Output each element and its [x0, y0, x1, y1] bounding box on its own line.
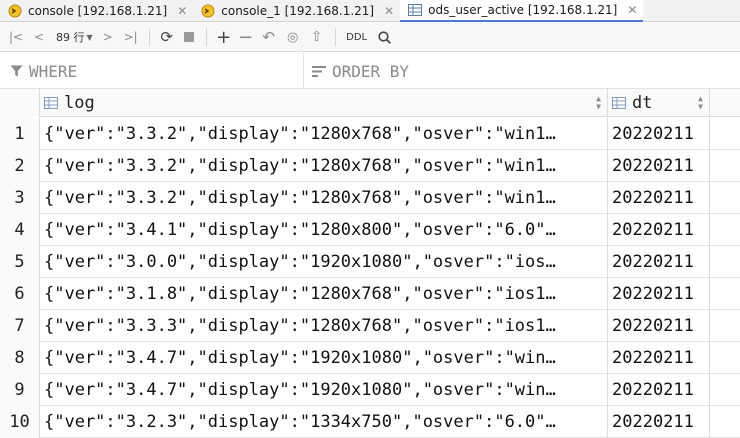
submit-icon[interactable]: ⇧ — [305, 26, 329, 48]
toolbar-divider — [148, 28, 150, 46]
first-page-icon[interactable]: |< — [4, 26, 28, 48]
rows-count-selector[interactable]: 89 行 ▼ — [56, 29, 93, 45]
dt-cell[interactable]: 20220211 — [608, 310, 710, 342]
log-cell[interactable]: {"ver":"3.4.7","display":"1920x1080","os… — [40, 342, 608, 374]
row-number: 6 — [0, 278, 40, 310]
data-grid: log ▲ ▼ dt ▲ ▼ 1 {"ver":"3.3.2","display":… — [0, 89, 740, 438]
console-icon — [201, 4, 215, 18]
row-number: 9 — [0, 374, 40, 406]
chevron-down-icon: ▼ — [86, 32, 93, 42]
table-row[interactable]: 2 {"ver":"3.3.2","display":"1280x768","o… — [0, 150, 740, 182]
table-row[interactable]: 7 {"ver":"3.3.3","display":"1280x768","o… — [0, 310, 740, 342]
last-page-icon[interactable]: >| — [119, 26, 143, 48]
table-row[interactable]: 4 {"ver":"3.4.1","display":"1280x800","o… — [0, 214, 740, 246]
column-header-log[interactable]: log ▲ ▼ — [40, 89, 608, 117]
table-row[interactable]: 8 {"ver":"3.4.7","display":"1920x1080","… — [0, 342, 740, 374]
next-page-icon[interactable]: > — [97, 26, 119, 48]
dt-cell[interactable]: 20220211 — [608, 278, 710, 310]
filter-bar: WHERE ORDER BY — [0, 53, 740, 89]
table-row[interactable]: 10 {"ver":"3.2.3","display":"1334x750","… — [0, 406, 740, 438]
sort-arrows-icon[interactable]: ▲ ▼ — [596, 95, 601, 111]
row-number: 8 — [0, 342, 40, 374]
toolbar-divider — [334, 28, 336, 46]
tab-console-1[interactable]: console_1 [192.168.1.21] ✕ — [193, 0, 400, 22]
column-name: log — [64, 93, 95, 113]
tab-label: console_1 [192.168.1.21] — [221, 4, 375, 18]
close-icon[interactable]: ✕ — [627, 3, 637, 17]
tab-ods-user-active[interactable]: ods_user_active [192.168.1.21] ✕ — [400, 0, 644, 22]
toolbar: |< < 89 行 ▼ > >| ⟳ + − ↶ ◎ ⇧ DDL — [0, 23, 740, 52]
column-icon — [44, 97, 58, 109]
row-number: 4 — [0, 214, 40, 246]
log-cell[interactable]: {"ver":"3.0.0","display":"1920x1080","os… — [40, 246, 608, 278]
dt-cell[interactable]: 20220211 — [608, 214, 710, 246]
search-icon[interactable] — [372, 26, 398, 48]
row-number: 5 — [0, 246, 40, 278]
column-name: dt — [632, 93, 653, 113]
revert-icon[interactable]: ↶ — [257, 26, 281, 48]
grid-header: log ▲ ▼ dt ▲ ▼ — [0, 89, 740, 117]
order-by-placeholder: ORDER BY — [332, 61, 410, 81]
refresh-icon[interactable]: ⟳ — [156, 26, 178, 48]
tab-label: console [192.168.1.21] — [28, 4, 168, 18]
table-row[interactable]: 6 {"ver":"3.1.8","display":"1280x768","o… — [0, 278, 740, 310]
rows-count-label: 89 行 — [56, 31, 85, 44]
close-icon[interactable]: ✕ — [384, 4, 394, 18]
log-cell[interactable]: {"ver":"3.3.3","display":"1280x768","osv… — [40, 310, 608, 342]
dt-cell[interactable]: 20220211 — [608, 182, 710, 214]
dt-cell[interactable]: 20220211 — [608, 246, 710, 278]
table-icon — [408, 3, 423, 17]
log-cell[interactable]: {"ver":"3.1.8","display":"1280x768","osv… — [40, 278, 608, 310]
filter-icon — [10, 65, 23, 77]
row-number: 10 — [0, 406, 40, 438]
log-cell[interactable]: {"ver":"3.2.3","display":"1334x750","osv… — [40, 406, 608, 438]
add-row-icon[interactable]: + — [213, 26, 235, 48]
table-row[interactable]: 1 {"ver":"3.3.2","display":"1280x768","o… — [0, 118, 740, 150]
console-icon — [8, 4, 22, 18]
close-icon[interactable]: ✕ — [177, 4, 187, 18]
log-cell[interactable]: {"ver":"3.3.2","display":"1280x768","osv… — [40, 182, 608, 214]
stop-icon[interactable] — [178, 26, 200, 48]
where-filter-input[interactable]: WHERE — [0, 53, 304, 89]
row-number: 1 — [0, 118, 40, 150]
column-header-dt[interactable]: dt ▲ ▼ — [608, 89, 710, 117]
column-icon — [612, 97, 626, 109]
row-number: 3 — [0, 182, 40, 214]
ddl-button[interactable]: DDL — [342, 26, 372, 48]
log-cell[interactable]: {"ver":"3.4.1","display":"1280x800","osv… — [40, 214, 608, 246]
preview-icon[interactable]: ◎ — [281, 26, 305, 48]
tab-console[interactable]: console [192.168.1.21] ✕ — [0, 0, 193, 22]
tab-bar: console [192.168.1.21] ✕ console_1 [192.… — [0, 0, 740, 22]
order-by-input[interactable]: ORDER BY — [304, 53, 740, 89]
row-number: 7 — [0, 310, 40, 342]
sort-lines-icon — [312, 65, 326, 77]
dt-cell[interactable]: 20220211 — [608, 342, 710, 374]
dt-cell[interactable]: 20220211 — [608, 406, 710, 438]
table-row[interactable]: 5 {"ver":"3.0.0","display":"1920x1080","… — [0, 246, 740, 278]
previous-page-icon[interactable]: < — [28, 26, 50, 48]
dt-cell[interactable]: 20220211 — [608, 374, 710, 406]
table-row[interactable]: 9 {"ver":"3.4.7","display":"1920x1080","… — [0, 374, 740, 406]
tab-label: ods_user_active [192.168.1.21] — [428, 3, 618, 17]
where-placeholder: WHERE — [29, 61, 78, 81]
sort-arrows-icon[interactable]: ▲ ▼ — [698, 95, 703, 111]
toolbar-divider — [205, 28, 207, 46]
log-cell[interactable]: {"ver":"3.4.7","display":"1920x1080","os… — [40, 374, 608, 406]
row-number-header — [0, 89, 40, 117]
row-number: 2 — [0, 150, 40, 182]
table-row[interactable]: 3 {"ver":"3.3.2","display":"1280x768","o… — [0, 182, 740, 214]
dt-cell[interactable]: 20220211 — [608, 150, 710, 182]
dt-cell[interactable]: 20220211 — [608, 118, 710, 150]
delete-row-icon[interactable]: − — [235, 26, 257, 48]
log-cell[interactable]: {"ver":"3.3.2","display":"1280x768","osv… — [40, 150, 608, 182]
log-cell[interactable]: {"ver":"3.3.2","display":"1280x768","osv… — [40, 118, 608, 150]
